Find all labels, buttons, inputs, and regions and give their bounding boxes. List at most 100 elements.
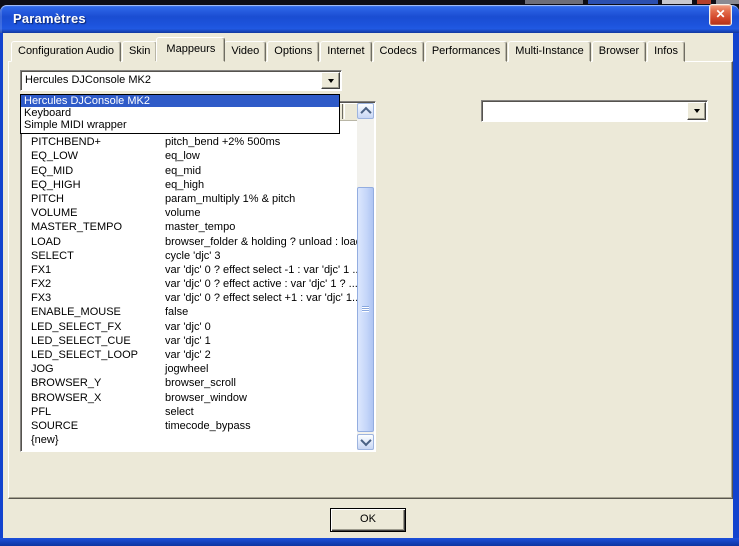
chevron-up-icon — [360, 107, 371, 118]
mapping-action: param_multiply 1% & pitch — [165, 192, 295, 206]
mapping-key: LED_SELECT_CUE — [31, 334, 131, 348]
device-combobox-arrow-button[interactable] — [321, 72, 340, 89]
mapping-action: browser_folder & holding ? unload : load — [165, 235, 357, 249]
mapping-row[interactable]: VOLUME volume — [22, 206, 357, 220]
window-border-left — [0, 33, 3, 541]
mapping-key: LED_SELECT_LOOP — [31, 348, 138, 362]
mapping-action: var 'djc' 0 — [165, 320, 211, 334]
mapping-list[interactable]: PITCHBEND-pitch_bend -2% 500msPITCHBEND+… — [20, 101, 376, 452]
mapping-row[interactable]: PITCHBEND+ pitch_bend +2% 500ms — [22, 135, 357, 149]
mapping-action: var 'djc' 0 ? effect select -1 : var 'dj… — [165, 263, 357, 277]
mapping-action: pitch_bend +2% 500ms — [165, 135, 280, 149]
mapping-row[interactable]: SOURCE timecode_bypass — [22, 419, 357, 433]
mapping-key: BROWSER_X — [31, 391, 101, 405]
mapping-key: SELECT — [31, 249, 74, 263]
mapping-row[interactable]: ENABLE_MOUSEfalse — [22, 305, 357, 319]
device-combobox-value: Hercules DJConsole MK2 — [25, 73, 321, 87]
tab-options[interactable]: Options — [267, 41, 319, 62]
mapping-key: LOAD — [31, 235, 61, 249]
mapping-action: cycle 'djc' 3 — [165, 249, 221, 263]
tab-skin[interactable]: Skin — [122, 41, 157, 62]
title-bar — [0, 5, 739, 33]
mapping-action: browser_window — [165, 391, 247, 405]
mapping-row[interactable]: LOAD browser_folder & holding ? unload : … — [22, 235, 357, 249]
device-option-hercules-djconsole-mk2[interactable]: Hercules DJConsole MK2 — [21, 95, 339, 107]
mapping-action: var 'djc' 0 ? effect select +1 : var 'dj… — [165, 291, 357, 305]
mapping-key: EQ_LOW — [31, 149, 78, 163]
mapping-key: PITCHBEND+ — [31, 135, 101, 149]
mapping-row[interactable]: LED_SELECT_FX var 'djc' 0 — [22, 320, 357, 334]
mapping-row[interactable]: BROWSER_X browser_window — [22, 391, 357, 405]
thumb-grip — [362, 306, 369, 312]
mapping-action: browser_scroll — [165, 376, 236, 390]
tab-configuration-audio[interactable]: Configuration Audio — [11, 41, 121, 62]
mapping-key: MASTER_TEMPO — [31, 220, 122, 234]
chevron-down-icon — [328, 79, 334, 83]
key-combobox[interactable] — [481, 100, 708, 122]
chevron-down-icon — [360, 435, 371, 446]
mapping-row[interactable]: FX1 var 'djc' 0 ? effect select -1 : var … — [22, 263, 357, 277]
scroll-down-button[interactable] — [357, 434, 374, 450]
tab-infos[interactable]: Infos — [647, 41, 685, 62]
window-border-bottom — [0, 538, 739, 546]
chevron-down-icon — [694, 109, 700, 113]
mapping-rows: PITCHBEND-pitch_bend -2% 500msPITCHBEND+… — [22, 121, 357, 450]
mapping-key: EQ_HIGH — [31, 178, 81, 192]
mapping-key: ENABLE_MOUSE — [31, 305, 121, 319]
mapping-action: eq_mid — [165, 164, 201, 178]
mapping-row[interactable]: EQ_LOWeq_low — [22, 149, 357, 163]
mapping-key: FX2 — [31, 277, 51, 291]
mapping-action: eq_high — [165, 178, 204, 192]
window-border-right — [733, 33, 739, 541]
close-button[interactable]: ✕ — [709, 4, 732, 26]
tab-browser[interactable]: Browser — [592, 41, 646, 62]
mapping-row[interactable]: {new} — [22, 433, 357, 447]
device-option-keyboard[interactable]: Keyboard — [21, 107, 339, 119]
mapping-action: var 'djc' 1 — [165, 334, 211, 348]
mapping-row[interactable]: BROWSER_Y browser_scroll — [22, 376, 357, 390]
mapping-action: master_tempo — [165, 220, 235, 234]
mapping-action: jogwheel — [165, 362, 208, 376]
ok-label: OK — [360, 513, 376, 525]
mapping-action: var 'djc' 0 ? effect active : var 'djc' … — [165, 277, 357, 291]
mapping-key: EQ_MID — [31, 164, 73, 178]
mapping-row[interactable]: MASTER_TEMPO master_tempo — [22, 220, 357, 234]
mapping-action: var 'djc' 2 — [165, 348, 211, 362]
mapping-row[interactable]: EQ_HIGH eq_high — [22, 178, 357, 192]
mapping-key: BROWSER_Y — [31, 376, 101, 390]
tab-video[interactable]: Video — [224, 41, 266, 62]
mapping-key: FX1 — [31, 263, 51, 277]
mapping-row[interactable]: EQ_MID eq_mid — [22, 164, 357, 178]
scrollbar-thumb[interactable] — [357, 187, 374, 432]
mapping-row[interactable]: JOG jogwheel — [22, 362, 357, 376]
mapping-row[interactable]: SELECT cycle 'djc' 3 — [22, 249, 357, 263]
mapping-key: PITCH — [31, 192, 64, 206]
ok-button[interactable]: OK — [330, 508, 406, 532]
tab-codecs[interactable]: Codecs — [373, 41, 424, 62]
mapping-action: select — [165, 405, 194, 419]
mapping-action: timecode_bypass — [165, 419, 251, 433]
mapping-row[interactable]: FX3 var 'djc' 0 ? effect select +1 : var … — [22, 291, 357, 305]
device-dropdown-list[interactable]: Hercules DJConsole MK2KeyboardSimple MID… — [20, 94, 340, 134]
device-option-simple-midi-wrapper[interactable]: Simple MIDI wrapper — [21, 119, 339, 131]
mapping-key: PFL — [31, 405, 51, 419]
mapping-row[interactable]: FX2 var 'djc' 0 ? effect active : var 'dj… — [22, 277, 357, 291]
mapping-row[interactable]: PITCH param_multiply 1% & pitch — [22, 192, 357, 206]
tab-internet[interactable]: Internet — [320, 41, 371, 62]
mapping-row[interactable]: PFL select — [22, 405, 357, 419]
mapping-key: FX3 — [31, 291, 51, 305]
key-combobox-arrow-button[interactable] — [687, 102, 706, 120]
mapping-key: JOG — [31, 362, 54, 376]
mapping-key: VOLUME — [31, 206, 77, 220]
device-combobox[interactable]: Hercules DJConsole MK2 — [20, 70, 342, 91]
mapping-row[interactable]: LED_SELECT_LOOP var 'djc' 2 — [22, 348, 357, 362]
mapping-key: LED_SELECT_FX — [31, 320, 121, 334]
scroll-up-button[interactable] — [357, 103, 374, 119]
tab-multi-instance[interactable]: Multi-Instance — [508, 41, 590, 62]
mapping-action: volume — [165, 206, 200, 220]
mapping-row[interactable]: LED_SELECT_CUE var 'djc' 1 — [22, 334, 357, 348]
list-scrollbar[interactable] — [357, 103, 374, 450]
tab-performances[interactable]: Performances — [425, 41, 507, 62]
tab-mappeurs[interactable]: Mappeurs — [156, 37, 225, 62]
mapping-key: SOURCE — [31, 419, 78, 433]
